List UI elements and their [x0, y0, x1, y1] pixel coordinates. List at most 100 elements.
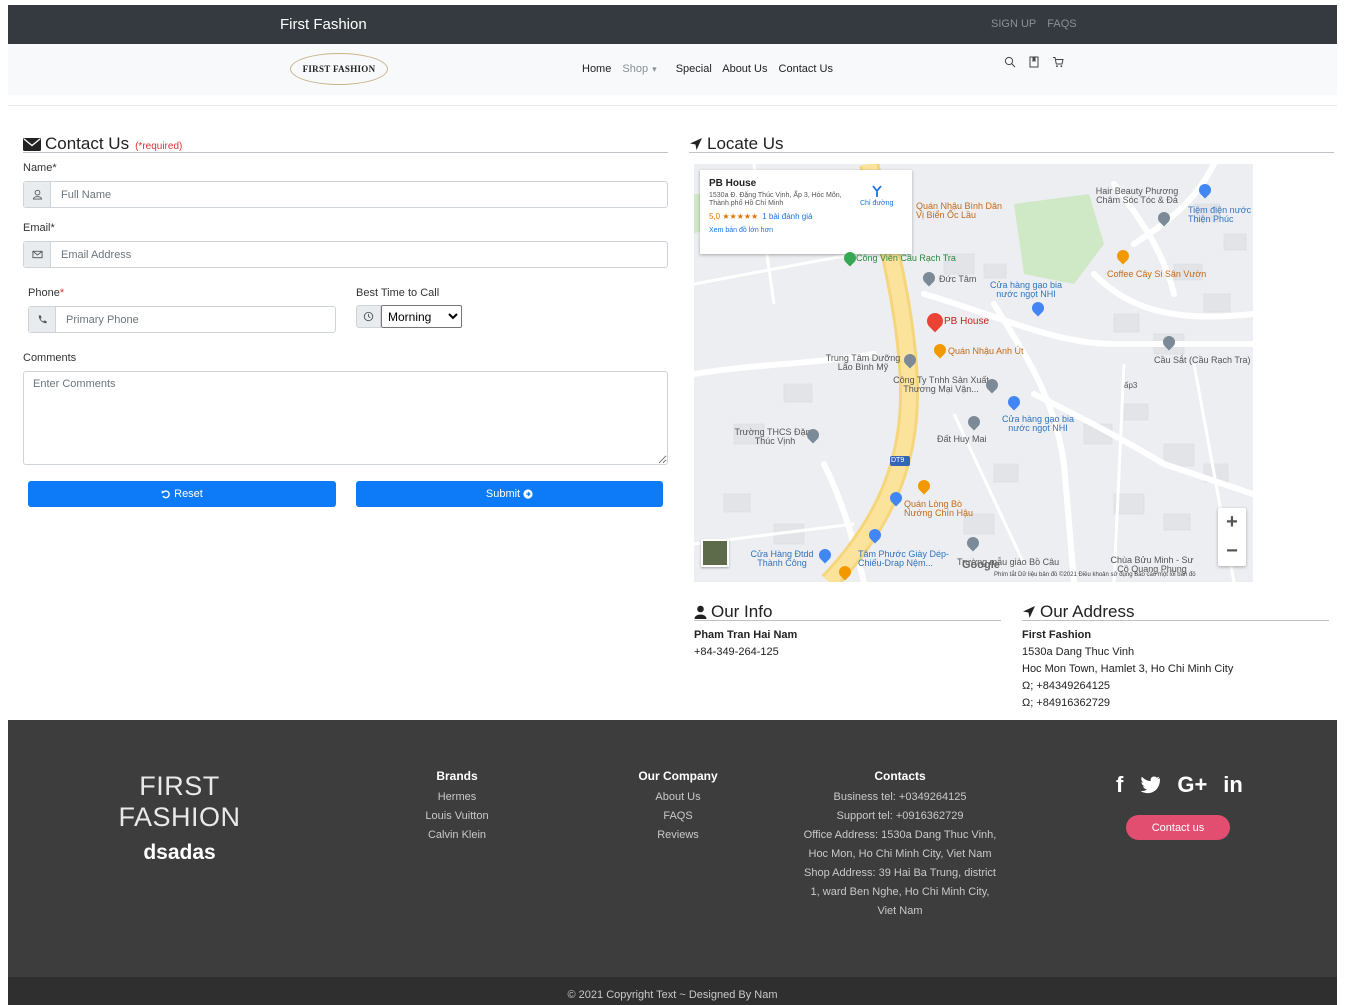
footer-contact-line: Shop Address: 39 Hai Ba Trung, district: [804, 867, 996, 879]
directions-icon: [872, 185, 882, 197]
map-attribution: Phím tắt Dữ liệu bản đồ ©2021 Điều khoản…: [994, 572, 1196, 578]
our-info-title-text: Our Info: [711, 602, 773, 621]
contact-title: Contact Us (*required): [23, 134, 182, 154]
submit-button[interactable]: Submit: [356, 481, 663, 507]
footer-brands-title: Brands: [436, 769, 478, 783]
location-arrow-icon: [690, 138, 702, 150]
info-name: Pham Tran Hai Nam: [694, 629, 798, 641]
address-line2: Hoc Mon Town, Hamlet 3, Ho Chi Minh City: [1022, 663, 1234, 675]
name-field: [23, 181, 668, 208]
google-map[interactable]: PB House 1530a Đ. Đặng Thúc Vịnh, Ấp 3, …: [694, 164, 1253, 582]
footer-brand-link[interactable]: Louis Vuitton: [407, 807, 507, 826]
name-input[interactable]: [51, 182, 667, 207]
place-hair-beauty: Hair Beauty Phương Châm Sóc Tóc & Đá: [1095, 186, 1179, 206]
nav-special[interactable]: Special: [676, 63, 712, 75]
place-duc-tam: Đức Tâm: [939, 274, 977, 284]
footer-company-link[interactable]: Reviews: [618, 826, 738, 845]
card-stars: 5,0 ★★★★★: [709, 211, 759, 221]
place-cong-ty: Công Ty Tnhh Sản Xuất Thương Mại Vận...: [893, 375, 989, 395]
footer-company: Our Company About Us FAQS Reviews: [618, 767, 738, 845]
zoom-in-button[interactable]: +: [1218, 508, 1246, 537]
time-field: Morning: [356, 305, 462, 328]
location-arrow-icon: [1023, 606, 1035, 618]
view-larger-map-link[interactable]: Xem bản đồ lớn hơn: [709, 227, 903, 234]
site-logo[interactable]: FIRST FASHION: [290, 53, 388, 85]
logo-text: FIRST FASHION: [302, 64, 376, 74]
email-label-text: Email: [23, 222, 51, 234]
mail-icon: [24, 242, 51, 267]
footer-brand-tagline: dsadas: [143, 841, 216, 864]
name-label: Name*: [23, 162, 57, 174]
nav-about[interactable]: About Us: [722, 63, 767, 75]
nav-contact[interactable]: Contact Us: [779, 63, 833, 75]
card-reviews-link[interactable]: 1 bài đánh giá: [762, 212, 812, 221]
place-pb-house: PB House: [944, 316, 990, 327]
zoom-control: + −: [1218, 508, 1246, 566]
place-cau-sat: Cầu Sắt (Cầu Rạch Tra): [1154, 355, 1251, 365]
road-dt9: DT9: [891, 457, 905, 464]
place-tam-phuoc: Tâm Phước Giày Dép-Chiếu-Drap Nệm...: [858, 549, 949, 569]
card-address: 1530a Đ. Đặng Thúc Vịnh, Ấp 3, Hóc Môn, …: [709, 192, 842, 208]
cart-icon[interactable]: [1052, 56, 1064, 68]
footer-contact-line: Hoc Mon, Ho Chi Minh City, Viet Nam: [808, 848, 992, 860]
name-required-star: *: [52, 162, 57, 174]
google-plus-icon[interactable]: G+: [1177, 772, 1207, 798]
footer-company-link[interactable]: About Us: [618, 788, 738, 807]
top-brand[interactable]: First Fashion: [280, 16, 367, 33]
satellite-toggle[interactable]: [701, 539, 729, 567]
road-ap3: ấp3: [1124, 381, 1138, 390]
place-quan-long-bo: Quán Lòng Bò Nướng Chín Hậu: [904, 499, 973, 519]
place-cua-hang-dtdd: Cửa Hàng Đtdd Thành Công: [750, 549, 814, 569]
faqs-link[interactable]: FAQS: [1047, 18, 1076, 30]
time-select[interactable]: Morning: [381, 305, 462, 328]
our-address-title: Our Address: [1022, 602, 1135, 622]
twitter-icon[interactable]: [1139, 776, 1161, 794]
bookmark-icon[interactable]: [1028, 56, 1040, 68]
our-address-rule: [1022, 620, 1329, 621]
footer-brand-link[interactable]: Calvin Klein: [407, 826, 507, 845]
place-cua-hang-gao-1: Cửa hàng gạo bia nước ngọt NHI: [989, 280, 1063, 300]
social-links: f G+ in: [1116, 772, 1243, 798]
linkedin-icon[interactable]: in: [1223, 772, 1243, 798]
nav-shop[interactable]: Shop ▾: [622, 63, 664, 75]
our-info-rule: [694, 620, 1001, 621]
directions-button[interactable]: Chỉ đường: [860, 184, 893, 207]
search-icon[interactable]: [1004, 56, 1016, 68]
phone-input[interactable]: [56, 307, 335, 332]
email-input[interactable]: [51, 242, 667, 267]
time-label: Best Time to Call: [356, 287, 440, 299]
signup-link[interactable]: SIGN UP: [991, 18, 1036, 30]
zoom-out-button[interactable]: −: [1218, 537, 1246, 566]
place-quan-nhau-binh: Quán Nhậu Bình Dân Vị Biển Ốc Lầu: [916, 201, 1003, 221]
our-info-title: Our Info: [694, 602, 772, 622]
email-label: Email*: [23, 222, 55, 234]
comments-textarea[interactable]: [23, 371, 668, 465]
address-company: First Fashion: [1022, 629, 1092, 641]
footer-contact-line: Support tel: +0916362729: [836, 810, 964, 822]
our-info-content: Pham Tran Hai Nam +84-349-264-125: [694, 627, 797, 661]
reset-button[interactable]: Reset: [28, 481, 336, 507]
nav-home[interactable]: Home: [582, 63, 611, 75]
contact-rule: [23, 152, 668, 153]
footer-contact-line: 1, ward Ben Nghe, Ho Chi Minh City,: [810, 886, 990, 898]
address-phone2: Ω; +84916362729: [1022, 697, 1111, 709]
chevron-down-icon: ▾: [652, 64, 657, 74]
email-required-star: *: [50, 222, 55, 234]
user-icon: [24, 182, 51, 207]
clock-icon: [356, 305, 381, 328]
place-tiem-dien: Tiệm điện nước Thiện Phúc: [1188, 205, 1252, 225]
place-info-card: PB House 1530a Đ. Đặng Thúc Vịnh, Ấp 3, …: [700, 170, 912, 254]
arrow-circle-right-icon: [523, 489, 533, 499]
contact-us-button[interactable]: Contact us: [1126, 815, 1230, 840]
phone-field: [28, 306, 336, 333]
facebook-icon[interactable]: f: [1116, 772, 1123, 798]
footer-company-link[interactable]: FAQS: [618, 807, 738, 826]
our-address-title-text: Our Address: [1040, 602, 1135, 621]
copyright-bar: © 2021 Copyright Text ~ Designed By Nam: [8, 977, 1337, 1005]
locate-title: Locate Us: [689, 134, 784, 154]
contact-title-text: Contact Us: [45, 134, 130, 153]
nav-icons: [1004, 56, 1064, 68]
footer-contact-line: Viet Nam: [877, 905, 923, 917]
phone-icon: [29, 307, 56, 332]
footer-brand-link[interactable]: Hermes: [407, 788, 507, 807]
